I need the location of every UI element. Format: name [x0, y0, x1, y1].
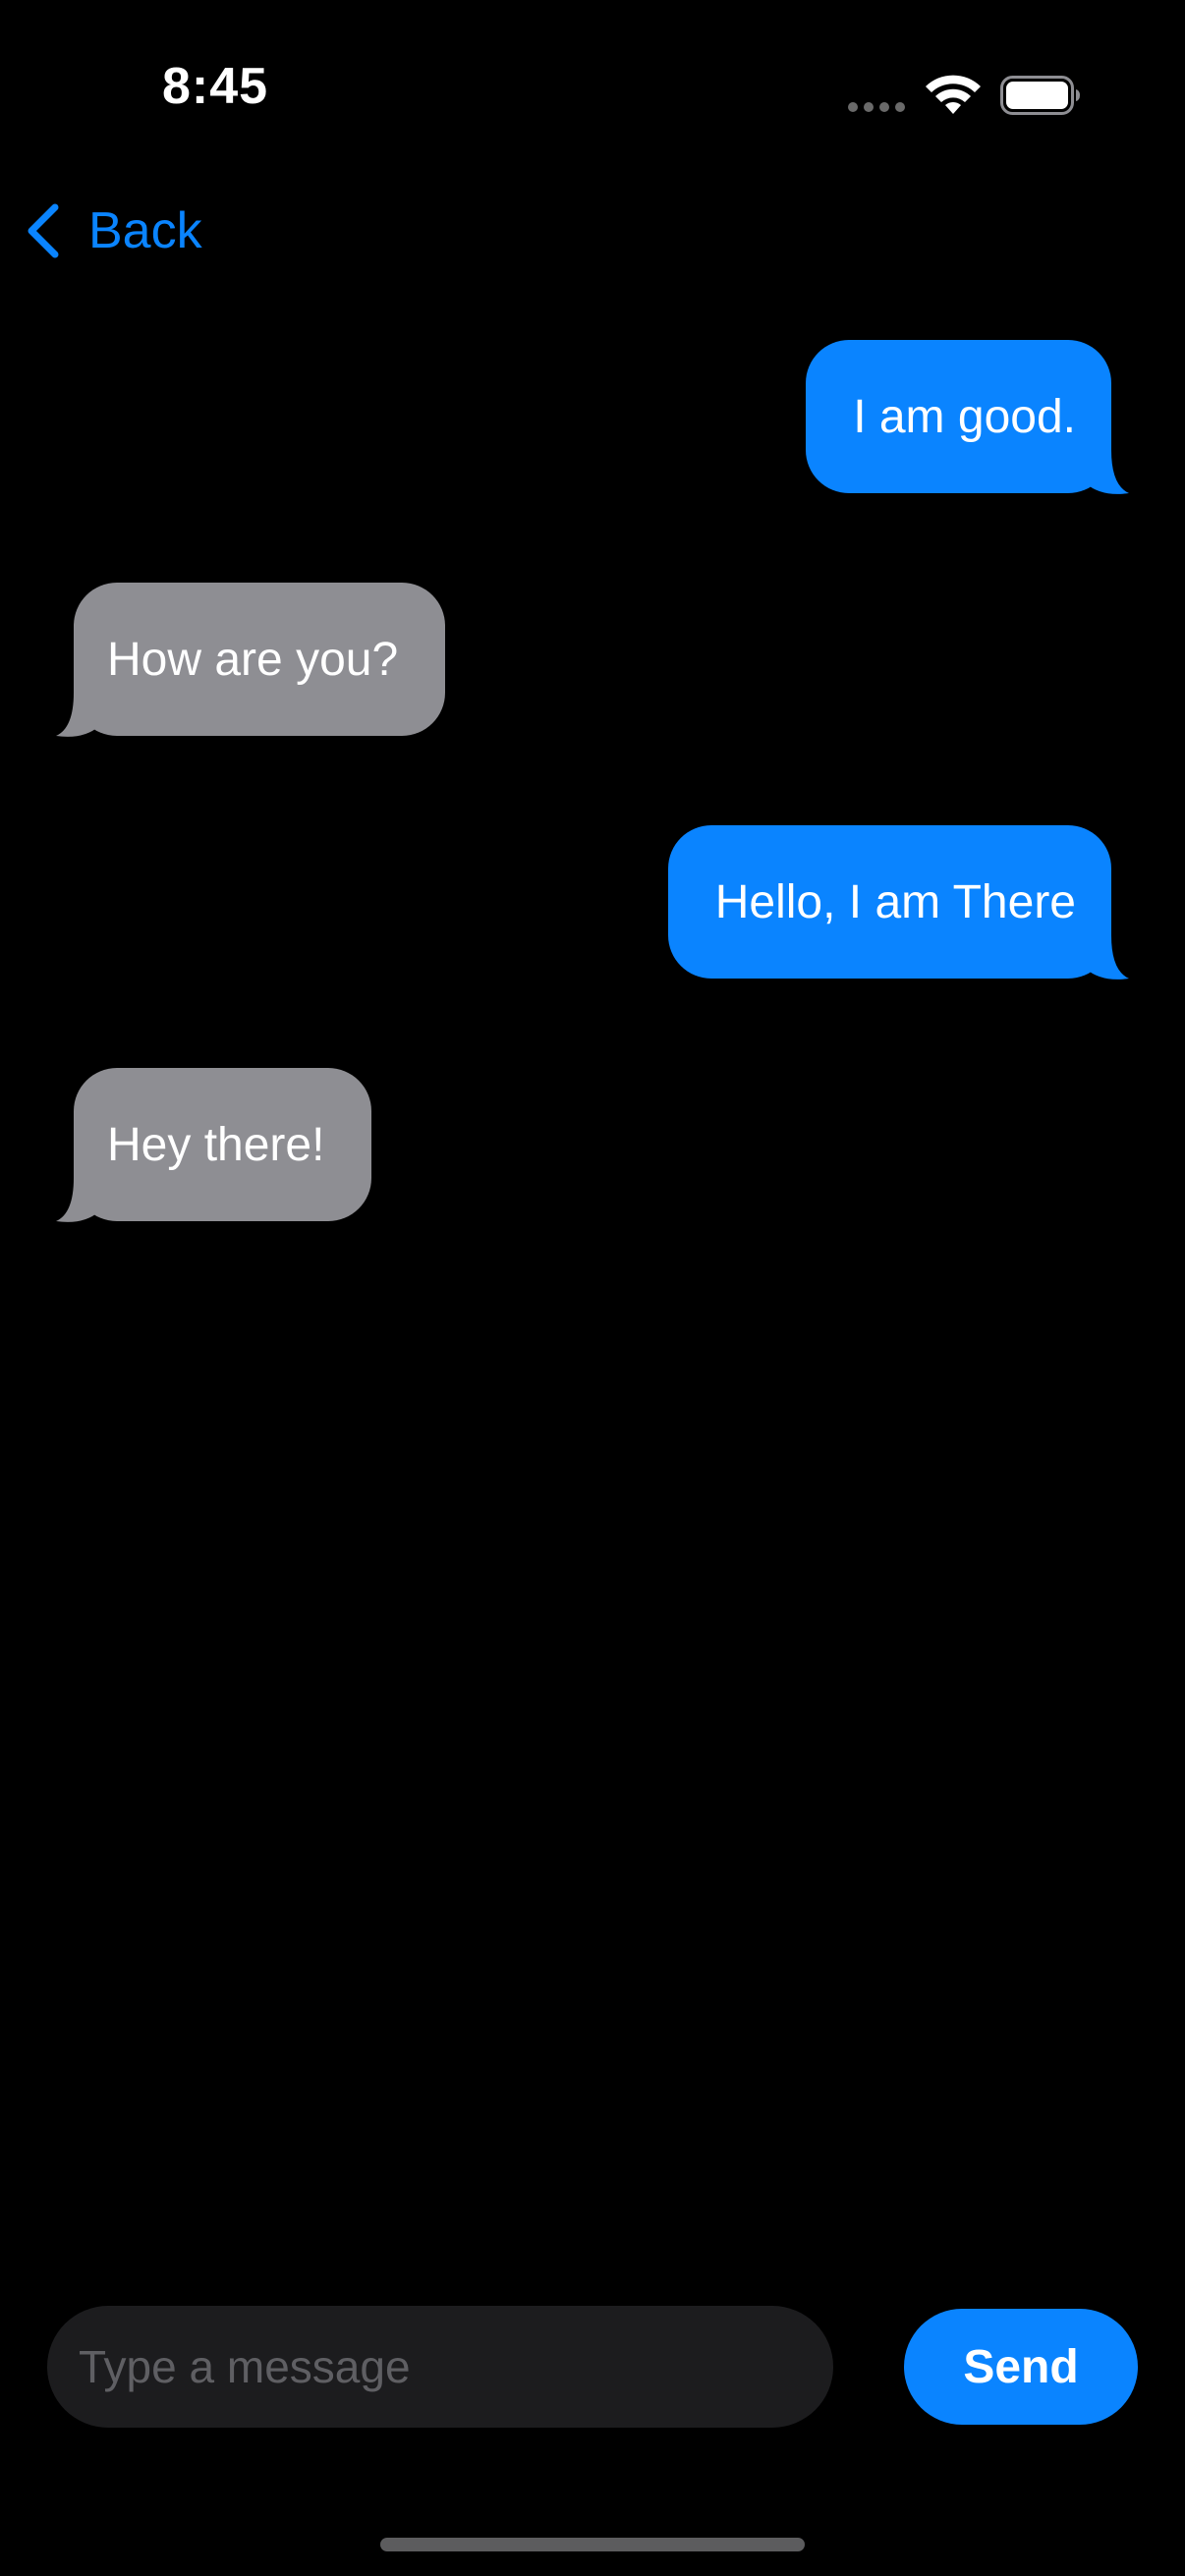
signal-dots-icon	[848, 102, 907, 114]
chevron-left-icon	[28, 203, 59, 258]
bubble-tail	[1086, 935, 1129, 980]
message-bubble-received: How are you?	[56, 583, 446, 737]
message-bubble-sent: Hello, I am There	[667, 825, 1129, 980]
message-input[interactable]	[47, 2306, 833, 2428]
message-bubble-sent: I am good.	[806, 340, 1129, 494]
bubble-tail	[1086, 450, 1129, 494]
send-button[interactable]: Send	[904, 2309, 1138, 2425]
bubble-tail	[56, 693, 99, 737]
bubble-tail	[56, 1178, 99, 1222]
battery-icon	[1000, 76, 1080, 115]
wifi-icon	[926, 75, 981, 114]
message-text: I am good.	[853, 390, 1076, 443]
message-bubble-received: Hey there!	[56, 1068, 372, 1222]
back-button[interactable]: Back	[24, 196, 202, 265]
message-text: Hey there!	[107, 1118, 325, 1171]
home-indicator	[380, 2538, 805, 2551]
back-label: Back	[88, 202, 202, 259]
status-time: 8:45	[162, 58, 269, 115]
message-text: How are you?	[107, 633, 399, 686]
message-text: Hello, I am There	[714, 875, 1076, 928]
